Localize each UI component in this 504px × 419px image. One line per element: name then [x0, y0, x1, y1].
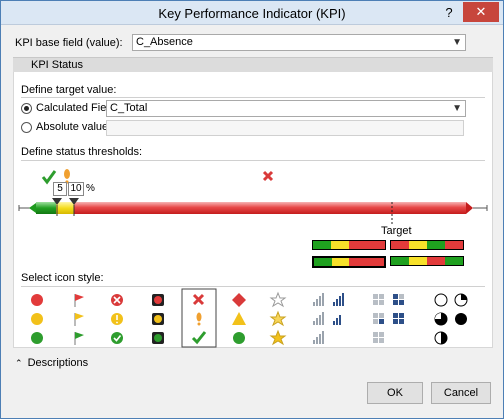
absolute-value-label: Absolute value: — [36, 121, 112, 133]
threshold-low-input[interactable]: 5 — [53, 182, 67, 196]
kpi-status-tab-label: KPI Status — [31, 59, 83, 71]
ok-button[interactable]: OK — [367, 382, 423, 404]
icon-set-signal-bars[interactable] — [313, 293, 344, 344]
bars-3-dark-icon — [333, 315, 341, 325]
color-scheme-green-red-green[interactable] — [390, 256, 464, 266]
calculated-field-dropdown[interactable]: C_Total ▼ — [106, 100, 466, 117]
three-quarter-pie-icon — [434, 312, 448, 326]
chevron-down-icon: ▼ — [452, 37, 462, 48]
base-field-dropdown[interactable]: C_Absence ▼ — [132, 34, 466, 51]
green-check-icon — [191, 331, 207, 345]
color-scheme-selected[interactable] — [312, 256, 386, 268]
boxes-5-icon — [373, 332, 384, 343]
yellow-flag-icon — [74, 313, 84, 326]
close-button[interactable]: ✕ — [463, 2, 499, 22]
calculated-field-value: C_Total — [110, 102, 148, 114]
yellow-zone — [56, 202, 74, 214]
quarter-pie-icon — [454, 293, 468, 307]
absolute-value-radio[interactable] — [21, 122, 32, 133]
full-star-icon — [269, 329, 287, 346]
yellow-exclamation-icon — [196, 312, 202, 326]
full-pie-icon — [455, 313, 467, 325]
yellow-circle-icon — [31, 313, 43, 325]
bars-4-icon — [313, 293, 324, 306]
icon-set-symbols[interactable] — [191, 293, 207, 345]
thresholds-label: Define status thresholds: — [21, 146, 143, 158]
threshold-high-input[interactable]: 10 — [68, 182, 84, 196]
absolute-value-input[interactable] — [106, 120, 464, 136]
boxes-3-icon — [373, 313, 384, 324]
half-star-icon — [269, 310, 287, 327]
green-zone — [36, 202, 56, 214]
icon-set-pies[interactable] — [434, 293, 468, 345]
threshold-slider[interactable] — [1, 161, 504, 231]
green-circle-icon — [31, 332, 43, 344]
icon-style-label: Select icon style: — [21, 272, 104, 284]
define-target-label: Define target value: — [21, 84, 117, 96]
divider — [21, 97, 485, 98]
bars-3-icon — [313, 312, 324, 325]
kpi-status-header: KPI Status — [13, 57, 493, 72]
red-x-icon — [262, 170, 274, 182]
dialog-title: Key Performance Indicator (KPI) — [158, 6, 346, 21]
half-pie-icon — [434, 331, 448, 345]
red-zone — [74, 202, 466, 214]
green-circle-icon — [233, 332, 245, 344]
color-scheme-green-yellow-red[interactable] — [312, 240, 386, 250]
yellow-exclamation-circle-icon — [111, 313, 123, 325]
threshold-unit: % — [86, 183, 95, 194]
red-x-icon — [192, 293, 205, 306]
chevron-down-icon: ▼ — [452, 103, 462, 114]
base-field-label: KPI base field (value): — [15, 37, 123, 49]
red-flag-icon — [74, 294, 84, 307]
bars-2-icon — [313, 331, 324, 344]
title-bar: Key Performance Indicator (KPI) ? ✕ — [1, 1, 503, 25]
icon-set-shapes[interactable] — [232, 293, 246, 344]
bars-4-dark-icon — [333, 293, 344, 306]
boxes-4-icon — [393, 313, 404, 324]
color-scheme-red-yellow-green[interactable] — [390, 240, 464, 250]
green-flag-icon — [74, 332, 84, 345]
red-circle-icon — [31, 294, 43, 306]
base-field-value: C_Absence — [136, 36, 193, 48]
red-x-circle-icon — [111, 294, 123, 306]
help-button[interactable]: ? — [441, 5, 457, 21]
calculated-field-radio[interactable] — [21, 103, 32, 114]
descriptions-label: Descriptions — [27, 357, 89, 369]
yellow-triangle-icon — [232, 312, 246, 325]
icon-style-grid[interactable] — [1, 287, 504, 351]
red-diamond-icon — [232, 293, 246, 307]
target-label: Target — [381, 225, 412, 237]
empty-star-icon — [269, 291, 287, 308]
icon-set-stars[interactable] — [269, 291, 287, 346]
icon-set-boxes[interactable] — [373, 294, 404, 343]
empty-pie-icon — [434, 293, 448, 307]
cancel-button[interactable]: Cancel — [431, 382, 491, 404]
kpi-dialog: Key Performance Indicator (KPI) ? ✕ KPI … — [0, 0, 504, 419]
icon-set-circles[interactable] — [31, 294, 43, 344]
green-light-icon — [152, 332, 164, 344]
boxes-2-icon — [393, 294, 404, 305]
icon-set-traffic-lights[interactable] — [152, 294, 164, 344]
green-check-circle-icon — [111, 332, 123, 344]
yellow-light-icon — [152, 313, 164, 325]
icon-set-flags[interactable] — [74, 294, 84, 345]
icon-set-symbols-circled[interactable] — [111, 294, 123, 344]
bar-left-tip — [29, 203, 36, 213]
boxes-1-icon — [373, 294, 384, 305]
descriptions-expander[interactable]: ⌃ Descriptions — [15, 357, 88, 369]
green-check-icon — [41, 170, 57, 185]
red-light-icon — [152, 294, 164, 306]
chevron-up-icon: ⌃ — [15, 358, 23, 368]
bar-right-tip — [466, 202, 473, 214]
